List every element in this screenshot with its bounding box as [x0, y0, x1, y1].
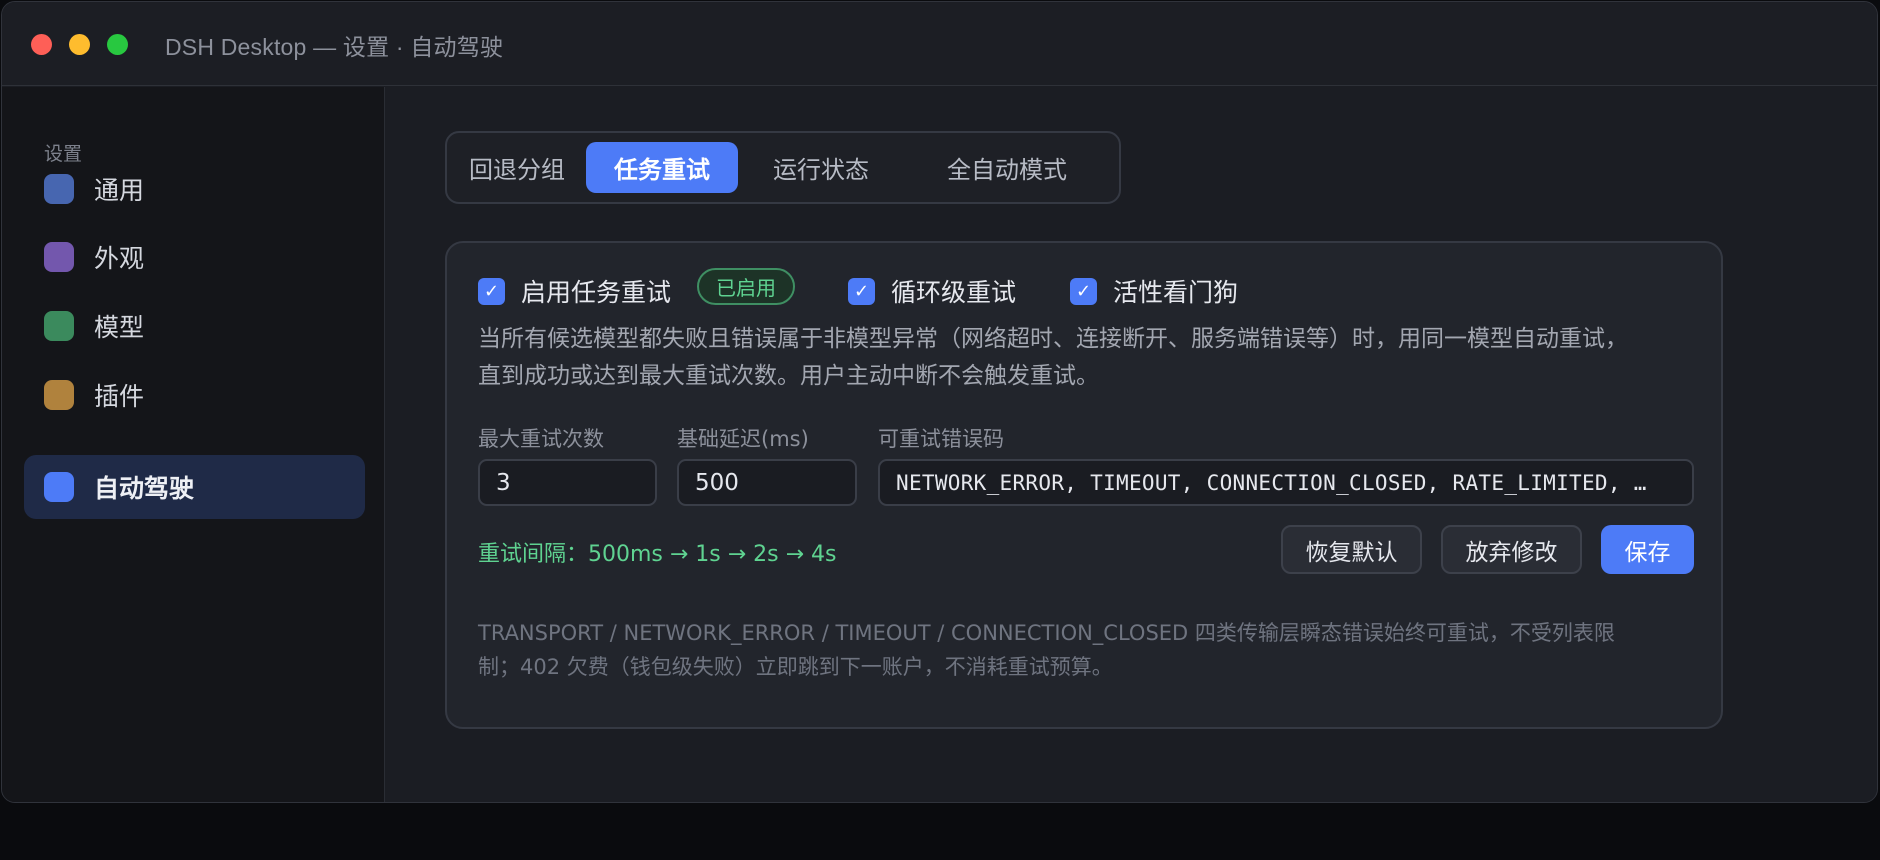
watchdog-option[interactable]: ✓ 活性看门狗	[1070, 273, 1238, 309]
tab-full-auto-mode[interactable]: 全自动模式	[905, 142, 1109, 193]
sidebar-item-general[interactable]: 通用	[24, 157, 365, 221]
error-codes-input[interactable]: NETWORK_ERROR, TIMEOUT, CONNECTION_CLOSE…	[878, 459, 1694, 506]
description-line: 当所有候选模型都失败且错误属于非模型异常（网络超时、连接断开、服务端错误等）时，…	[478, 326, 1628, 352]
sidebar-item-plugins[interactable]: 插件	[24, 363, 365, 427]
plugin-icon	[44, 380, 74, 410]
reset-defaults-button[interactable]: 恢复默认	[1281, 525, 1422, 574]
description-line: 直到成功或达到最大重试次数。用户主动中断不会触发重试。	[478, 363, 1099, 389]
window-title: DSH Desktop — 设置 · 自动驾驶	[165, 34, 504, 60]
tab-task-retry[interactable]: 任务重试	[586, 142, 738, 193]
autopilot-icon	[44, 472, 74, 502]
save-button[interactable]: 保存	[1601, 525, 1694, 574]
sidebar-item-label: 插件	[94, 382, 145, 411]
retry-description: 当所有候选模型都失败且错误属于非模型异常（网络超时、连接断开、服务端错误等）时，…	[478, 321, 1693, 395]
settings-sidebar: 设置 通用 外观 模型 插件 自动驾驶	[2, 87, 385, 802]
base-delay-input[interactable]: 500	[677, 459, 857, 506]
sidebar-item-label: 模型	[94, 313, 145, 342]
retry-footnote: TRANSPORT / NETWORK_ERROR / TIMEOUT / CO…	[478, 616, 1693, 684]
watchdog-label: 活性看门狗	[1113, 278, 1239, 307]
title-bar: DSH Desktop — 设置 · 自动驾驶	[2, 2, 1877, 86]
enable-retry-checkbox[interactable]: ✓	[478, 277, 505, 305]
discard-changes-button[interactable]: 放弃修改	[1441, 525, 1582, 574]
main-content: 回退分组 任务重试 运行状态 全自动模式 ✓ 启用任务重试 已启用 ✓ 循环级重…	[386, 87, 1877, 802]
tab-run-status[interactable]: 运行状态	[745, 142, 897, 193]
general-icon	[44, 174, 74, 204]
sidebar-item-appearance[interactable]: 外观	[24, 225, 365, 289]
tab-fallback-groups[interactable]: 回退分组	[455, 142, 579, 193]
close-window-button[interactable]	[31, 34, 52, 55]
zoom-window-button[interactable]	[107, 34, 128, 55]
sidebar-item-label: 通用	[94, 176, 145, 205]
sidebar-item-autopilot[interactable]: 自动驾驶	[24, 455, 365, 519]
app-window: DSH Desktop — 设置 · 自动驾驶 设置 通用 外观 模型 插件 自…	[1, 1, 1878, 803]
error-codes-label: 可重试错误码	[878, 427, 1004, 451]
status-badge: 已启用	[697, 268, 795, 305]
footnote-line: TRANSPORT / NETWORK_ERROR / TIMEOUT / CO…	[478, 621, 1615, 645]
max-retries-input[interactable]: 3	[478, 459, 657, 506]
loop-retry-option[interactable]: ✓ 循环级重试	[848, 273, 1016, 309]
loop-retry-checkbox[interactable]: ✓	[848, 277, 875, 305]
sidebar-item-label: 自动驾驶	[94, 474, 195, 503]
loop-retry-label: 循环级重试	[891, 278, 1017, 307]
retry-interval-text: 重试间隔：500ms → 1s → 2s → 4s	[478, 542, 837, 567]
enable-retry-label: 启用任务重试	[521, 278, 672, 307]
footnote-line: 制；402 欠费（钱包级失败）立即跳到下一账户，不消耗重试预算。	[478, 655, 1113, 679]
enable-retry-option[interactable]: ✓ 启用任务重试	[478, 273, 671, 309]
sidebar-item-models[interactable]: 模型	[24, 294, 365, 358]
max-retries-label: 最大重试次数	[478, 427, 604, 451]
base-delay-label: 基础延迟(ms)	[677, 427, 809, 451]
minimize-window-button[interactable]	[69, 34, 90, 55]
settings-tabs: 回退分组 任务重试 运行状态 全自动模式	[445, 131, 1121, 204]
model-icon	[44, 311, 74, 341]
sidebar-item-label: 外观	[94, 244, 145, 273]
task-retry-card: ✓ 启用任务重试 已启用 ✓ 循环级重试 ✓ 活性看门狗 当所有候选模型都失败且…	[445, 241, 1723, 729]
appearance-icon	[44, 242, 74, 272]
watchdog-checkbox[interactable]: ✓	[1070, 277, 1097, 305]
